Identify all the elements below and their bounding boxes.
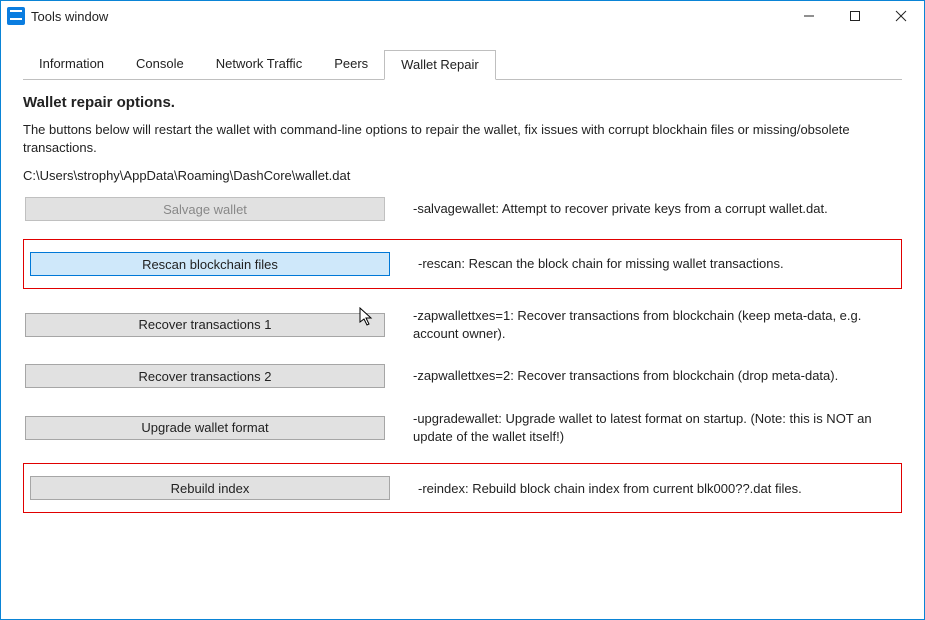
rescan-blockchain-desc: -rescan: Rescan the block chain for miss… — [418, 255, 784, 273]
salvage-wallet-button[interactable]: Salvage wallet — [25, 197, 385, 221]
recover-transactions-1-desc: -zapwallettxes=1: Recover transactions f… — [413, 307, 900, 342]
option-recover2: Recover transactions 2 -zapwallettxes=2:… — [23, 360, 902, 392]
maximize-icon — [850, 11, 860, 21]
tab-peers[interactable]: Peers — [318, 50, 384, 80]
tabbar: Information Console Network Traffic Peer… — [23, 49, 902, 80]
wallet-path: C:\Users\strophy\AppData\Roaming\DashCor… — [23, 168, 902, 183]
close-icon — [895, 10, 907, 22]
titlebar: Tools window — [1, 1, 924, 31]
recover-transactions-1-button[interactable]: Recover transactions 1 — [25, 313, 385, 337]
panel-description: The buttons below will restart the walle… — [23, 121, 902, 156]
rebuild-index-button[interactable]: Rebuild index — [30, 476, 390, 500]
tab-console[interactable]: Console — [120, 50, 200, 80]
maximize-button[interactable] — [832, 1, 878, 31]
recover-transactions-2-desc: -zapwallettxes=2: Recover transactions f… — [413, 367, 838, 385]
tools-window: Tools window Information Console Network… — [0, 0, 925, 620]
option-reindex: Rebuild index -reindex: Rebuild block ch… — [23, 463, 902, 513]
window-controls — [786, 1, 924, 31]
rebuild-index-desc: -reindex: Rebuild block chain index from… — [418, 480, 802, 498]
salvage-wallet-desc: -salvagewallet: Attempt to recover priva… — [413, 200, 828, 218]
minimize-button[interactable] — [786, 1, 832, 31]
app-icon — [7, 7, 25, 25]
option-upgrade: Upgrade wallet format -upgradewallet: Up… — [23, 406, 902, 449]
tab-information[interactable]: Information — [23, 50, 120, 80]
option-salvage: Salvage wallet -salvagewallet: Attempt t… — [23, 193, 902, 225]
content-area: Information Console Network Traffic Peer… — [1, 31, 924, 619]
upgrade-wallet-button[interactable]: Upgrade wallet format — [25, 416, 385, 440]
close-button[interactable] — [878, 1, 924, 31]
tab-wallet-repair[interactable]: Wallet Repair — [384, 50, 496, 80]
panel-heading: Wallet repair options. — [23, 94, 902, 111]
tab-network-traffic[interactable]: Network Traffic — [200, 50, 318, 80]
rescan-blockchain-button[interactable]: Rescan blockchain files — [30, 252, 390, 276]
minimize-icon — [804, 11, 814, 21]
recover-transactions-2-button[interactable]: Recover transactions 2 — [25, 364, 385, 388]
option-recover1: Recover transactions 1 -zapwallettxes=1:… — [23, 303, 902, 346]
window-title: Tools window — [31, 9, 108, 24]
upgrade-wallet-desc: -upgradewallet: Upgrade wallet to latest… — [413, 410, 900, 445]
option-rescan: Rescan blockchain files -rescan: Rescan … — [23, 239, 902, 289]
wallet-repair-panel: Wallet repair options. The buttons below… — [23, 80, 902, 527]
